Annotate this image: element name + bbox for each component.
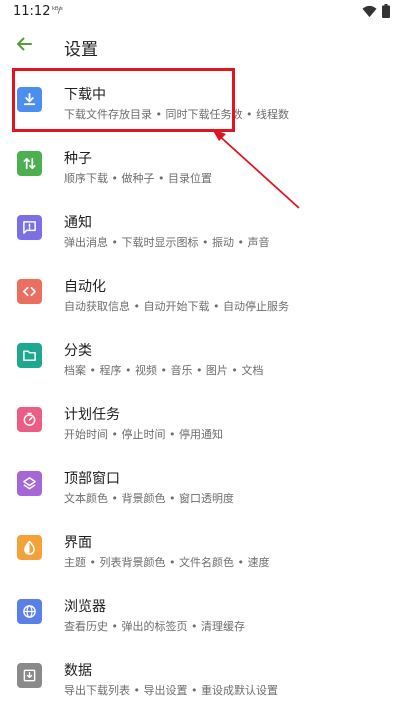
annotation-arrow [212, 129, 300, 209]
